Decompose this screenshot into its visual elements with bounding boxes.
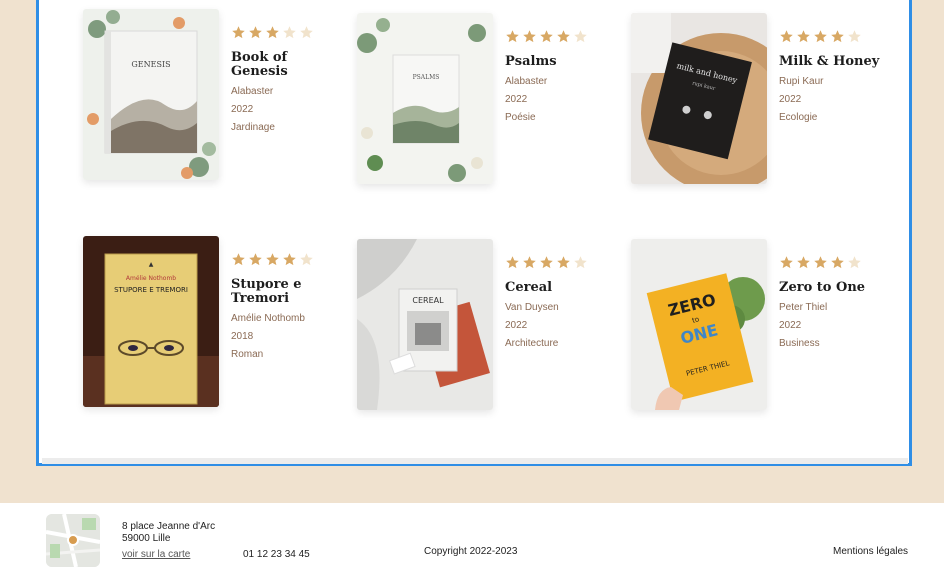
rating-stars: [779, 29, 889, 45]
book-card[interactable]: PSALMS Psalms Alabaster 2022 Poésie: [357, 13, 597, 185]
star-icon: [249, 26, 262, 39]
address-block: 8 place Jeanne d'Arc 59000 Lille voir su…: [122, 521, 215, 561]
book-category: Jardinage: [231, 122, 275, 133]
cover-title-text: STUPORE E TREMORI: [114, 286, 188, 294]
rating-stars: [231, 25, 341, 41]
book-category: Ecologie: [779, 112, 818, 123]
rating-stars: [231, 252, 341, 268]
star-icon: [266, 253, 279, 266]
book-author: Peter Thiel: [779, 302, 828, 313]
star-icon: [506, 256, 519, 269]
book-info: Book of Genesis Alabaster 2022 Jardinage: [231, 25, 341, 133]
cover-title-text: PSALMS: [413, 74, 440, 81]
phone-number[interactable]: 01 12 23 34 45: [243, 549, 310, 560]
book-card[interactable]: CEREAL Cereal Van Duysen 2022 Architectu…: [357, 239, 597, 411]
star-icon: [797, 30, 810, 43]
book-year: 2018: [231, 331, 254, 342]
copyright-text: Copyright 2022-2023: [424, 546, 518, 557]
book-card[interactable]: milk and honey rupi kaur Milk & Honey Ru…: [631, 13, 879, 185]
book-year: 2022: [779, 320, 802, 331]
book-title[interactable]: Book of Genesis: [231, 51, 341, 79]
book-card[interactable]: GENESIS Book of Genesis Alabaster 2022 J…: [83, 9, 323, 181]
star-icon: [848, 256, 861, 269]
book-cover-image[interactable]: PSALMS: [357, 13, 493, 184]
legal-mentions-link[interactable]: Mentions légales: [833, 546, 908, 557]
star-icon: [523, 256, 536, 269]
star-icon: [848, 30, 861, 43]
star-icon: [249, 253, 262, 266]
cover-title-text: CEREAL: [412, 296, 444, 305]
star-icon: [780, 256, 793, 269]
star-icon: [283, 26, 296, 39]
book-info: Cereal Van Duysen 2022 Architecture: [505, 255, 615, 349]
book-author: Alabaster: [505, 76, 548, 87]
book-year: 2022: [505, 320, 528, 331]
rating-stars: [505, 29, 615, 45]
star-icon: [266, 26, 279, 39]
panel-scroll-shadow: [42, 458, 908, 464]
star-icon: [283, 253, 296, 266]
book-year: 2022: [231, 104, 254, 115]
book-category: Poésie: [505, 112, 536, 123]
star-icon: [300, 26, 313, 39]
rating-stars: [779, 255, 889, 271]
star-icon: [506, 30, 519, 43]
star-icon: [574, 30, 587, 43]
rating-stars: [505, 255, 615, 271]
star-icon: [540, 256, 553, 269]
book-card[interactable]: ▲ Amélie Nothomb STUPORE E TREMORI Stupo…: [83, 236, 323, 408]
star-icon: [557, 30, 570, 43]
book-category: Business: [779, 338, 820, 349]
book-category: Roman: [231, 349, 264, 360]
star-icon: [780, 30, 793, 43]
book-info: Milk & Honey Rupi Kaur 2022 Ecologie: [779, 29, 889, 123]
address-city: 59000 Lille: [122, 533, 171, 544]
star-icon: [557, 256, 570, 269]
map-pin-icon: [46, 514, 100, 567]
book-year: 2022: [505, 94, 528, 105]
star-icon: [523, 30, 536, 43]
book-info: Stupore e Tremori Amélie Nothomb 2018 Ro…: [231, 252, 341, 360]
star-icon: [232, 26, 245, 39]
cover-title-text: GENESIS: [131, 60, 170, 69]
book-cover-image[interactable]: CEREAL: [357, 239, 493, 410]
map-link[interactable]: voir sur la carte: [122, 549, 215, 561]
book-cover-image[interactable]: milk and honey rupi kaur: [631, 13, 767, 184]
book-cover-image[interactable]: ZERO to ONE PETER THIEL: [631, 239, 767, 410]
svg-text:▲: ▲: [149, 261, 154, 268]
book-category: Architecture: [505, 338, 559, 349]
book-cover-image[interactable]: GENESIS: [83, 9, 219, 180]
book-title[interactable]: Psalms: [505, 55, 615, 69]
book-author: Amélie Nothomb: [231, 313, 305, 324]
book-cover-image[interactable]: ▲ Amélie Nothomb STUPORE E TREMORI: [83, 236, 219, 407]
book-info: Zero to One Peter Thiel 2022 Business: [779, 255, 889, 349]
book-card[interactable]: ZERO to ONE PETER THIEL Zero to One Pete…: [631, 239, 871, 411]
star-icon: [831, 30, 844, 43]
book-year: 2022: [779, 94, 802, 105]
star-icon: [831, 256, 844, 269]
star-icon: [814, 30, 827, 43]
book-title[interactable]: Zero to One: [779, 281, 889, 295]
star-icon: [300, 253, 313, 266]
star-icon: [814, 256, 827, 269]
address-street: 8 place Jeanne d'Arc: [122, 521, 216, 532]
book-author: Van Duysen: [505, 302, 559, 313]
star-icon: [574, 256, 587, 269]
book-author: Alabaster: [231, 86, 274, 97]
star-icon: [797, 256, 810, 269]
star-icon: [232, 253, 245, 266]
book-title[interactable]: Stupore e Tremori: [231, 278, 341, 306]
book-title[interactable]: Cereal: [505, 281, 615, 295]
book-title[interactable]: Milk & Honey: [779, 55, 889, 69]
cover-author-text: Amélie Nothomb: [126, 275, 176, 282]
map-thumbnail[interactable]: [46, 514, 100, 567]
site-footer: 8 place Jeanne d'Arc 59000 Lille voir su…: [0, 503, 944, 579]
book-info: Psalms Alabaster 2022 Poésie: [505, 29, 615, 123]
star-icon: [540, 30, 553, 43]
book-grid-panel: GENESIS Book of Genesis Alabaster 2022 J…: [36, 0, 912, 466]
book-author: Rupi Kaur: [779, 76, 824, 87]
